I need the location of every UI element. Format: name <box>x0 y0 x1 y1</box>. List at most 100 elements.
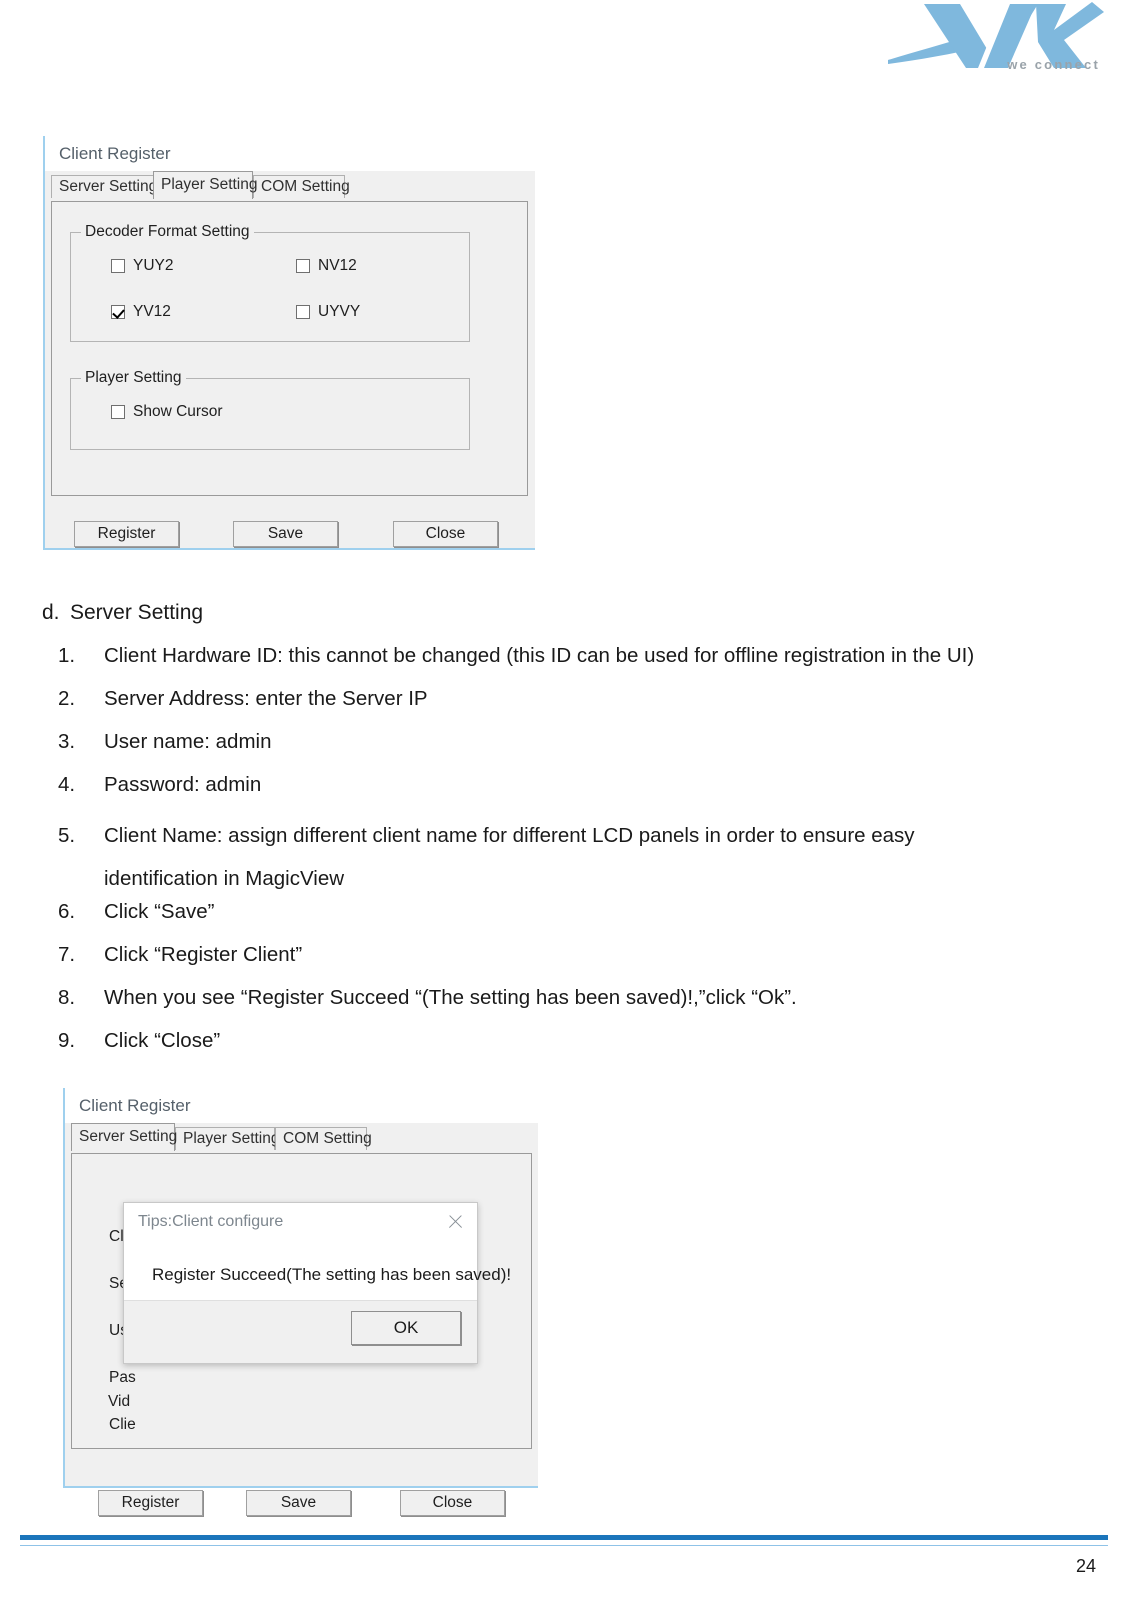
checkbox-uyvy[interactable]: UYVY <box>296 303 360 321</box>
label-client-name: Clie <box>109 1416 136 1434</box>
button-label: Save <box>267 525 304 542</box>
tab-server-setting[interactable]: Server Setting <box>71 1123 178 1151</box>
save-button[interactable]: Save <box>246 1490 351 1516</box>
list-item-number: 8. <box>58 986 76 1009</box>
checkbox-box[interactable] <box>111 405 125 419</box>
tips-titlebar: Tips:Client configure <box>124 1203 477 1241</box>
label-video-setting: Vid <box>108 1393 130 1411</box>
tips-title: Tips:Client configure <box>138 1213 284 1230</box>
list-item-number: 7. <box>58 943 76 966</box>
checkbox-box[interactable] <box>296 305 310 319</box>
button-label: OK <box>393 1318 419 1337</box>
checkbox-label: YUY2 <box>133 257 174 274</box>
list-item-text: Click “Save” <box>104 900 215 923</box>
list-item-number: 4. <box>58 773 76 796</box>
via-logo: we connect <box>886 2 1106 80</box>
tab-label: Player Setting <box>161 176 258 193</box>
tab-label: Server Setting <box>79 1128 178 1145</box>
list-item-text: Client Hardware ID: this cannot be chang… <box>104 644 975 667</box>
list-item-number: 2. <box>58 687 76 710</box>
list-item: 9. Click “Close” <box>58 1029 1088 1053</box>
tips-client-configure-dialog: Tips:Client configure Register Succeed(T… <box>123 1202 511 1364</box>
section-heading: d. Server Setting <box>42 601 203 625</box>
checkbox-label: UYVY <box>318 303 361 320</box>
field-label-text: Pas <box>109 1369 136 1386</box>
button-label: Close <box>425 525 466 542</box>
tab-com-setting[interactable]: COM Setting <box>253 175 350 198</box>
list-item: 7. Click “Register Client” <box>58 943 1088 967</box>
list-item-number: 9. <box>58 1029 76 1052</box>
button-label: Save <box>280 1494 317 1511</box>
group-decoder-format-setting: Decoder Format Setting YUY2 NV12 YV12 UY… <box>70 223 470 342</box>
brand-tagline: we connect <box>1007 57 1100 72</box>
list-item-text: Click “Close” <box>104 1029 221 1052</box>
section-marker: d. <box>42 601 60 624</box>
checkbox-box[interactable] <box>111 259 125 273</box>
checkbox-yv12[interactable]: YV12 <box>111 303 171 321</box>
tab-com-setting[interactable]: COM Setting <box>275 1127 372 1150</box>
group-legend: Decoder Format Setting <box>81 223 254 241</box>
register-button[interactable]: Register <box>74 521 179 547</box>
list-item: 8. When you see “Register Succeed “(The s… <box>58 986 1088 1010</box>
tab-label: COM Setting <box>261 178 350 195</box>
tabstrip: Server Setting Player Setting COM Settin… <box>65 1123 538 1153</box>
save-button[interactable]: Save <box>233 521 338 547</box>
checkbox-box[interactable] <box>111 305 125 319</box>
client-register-dialog-player: Client Register Server Setting Player Se… <box>43 136 535 550</box>
checkbox-nv12[interactable]: NV12 <box>296 257 357 275</box>
tabstrip: Server Setting Player Setting COM Settin… <box>45 171 535 201</box>
list-item-text: When you see “Register Succeed “(The set… <box>104 986 797 1009</box>
register-button[interactable]: Register <box>98 1490 203 1516</box>
list-item: 4. Password: admin <box>58 773 1088 797</box>
dialog-title: Client Register <box>59 143 171 163</box>
tab-label: Player Setting <box>183 1130 280 1147</box>
tab-player-setting[interactable]: Player Setting <box>175 1127 280 1150</box>
checkbox-show-cursor[interactable]: Show Cursor <box>111 403 223 421</box>
dialog-titlebar: Client Register <box>43 136 535 171</box>
checkbox-label: Show Cursor <box>133 403 223 420</box>
section-title: Server Setting <box>70 601 204 624</box>
list-item: 5. Client Name: assign different client … <box>58 814 1018 900</box>
label-password: Pas <box>109 1369 136 1387</box>
list-item-text: Click “Register Client” <box>104 943 303 966</box>
dialog-titlebar: Client Register <box>63 1088 538 1123</box>
close-icon[interactable] <box>445 1211 467 1233</box>
checkbox-label: NV12 <box>318 257 357 274</box>
close-button[interactable]: Close <box>400 1490 505 1516</box>
page-number: 24 <box>1075 1556 1096 1576</box>
tabpage-player-setting: Decoder Format Setting YUY2 NV12 YV12 UY… <box>51 201 528 496</box>
list-item: 1. Client Hardware ID: this cannot be cha… <box>58 644 1088 668</box>
tab-label: COM Setting <box>283 1130 372 1147</box>
footer-rule <box>20 1535 1108 1540</box>
list-item-text: Client Name: assign different client nam… <box>104 824 915 890</box>
ok-button[interactable]: OK <box>351 1311 461 1345</box>
checkbox-yuy2[interactable]: YUY2 <box>111 257 174 275</box>
list-item-text: Server Address: enter the Server IP <box>104 687 428 710</box>
tab-server-setting[interactable]: Server Setting <box>51 175 157 198</box>
list-item: 6. Click “Save” <box>58 900 1088 924</box>
field-label-text: Clie <box>109 1416 136 1433</box>
close-button[interactable]: Close <box>393 521 498 547</box>
tips-footer: OK <box>124 1300 477 1363</box>
checkbox-box[interactable] <box>296 259 310 273</box>
tab-player-setting[interactable]: Player Setting <box>153 171 258 199</box>
dialog-title: Client Register <box>79 1095 191 1115</box>
list-item-number: 6. <box>58 900 76 923</box>
list-item-text: Password: admin <box>104 773 262 796</box>
group-player-setting: Player Setting Show Cursor <box>70 369 470 450</box>
list-item: 3. User name: admin <box>58 730 1088 754</box>
footer-rule-thin <box>20 1545 1108 1546</box>
list-item-number: 3. <box>58 730 76 753</box>
button-label: Register <box>97 525 156 542</box>
dialog-body: Server Setting Player Setting COM Settin… <box>43 171 535 550</box>
list-item: 2. Server Address: enter the Server IP <box>58 687 1088 711</box>
list-item-number: 1. <box>58 644 76 667</box>
field-label-text: Vid <box>108 1393 131 1410</box>
button-label: Register <box>121 1494 180 1511</box>
button-label: Close <box>432 1494 473 1511</box>
list-item-number: 5. <box>58 824 76 847</box>
tips-message: Register Succeed(The setting has been sa… <box>152 1265 512 1284</box>
group-legend: Player Setting <box>81 369 186 387</box>
list-item-text: User name: admin <box>104 730 272 753</box>
checkbox-label: YV12 <box>133 303 171 320</box>
